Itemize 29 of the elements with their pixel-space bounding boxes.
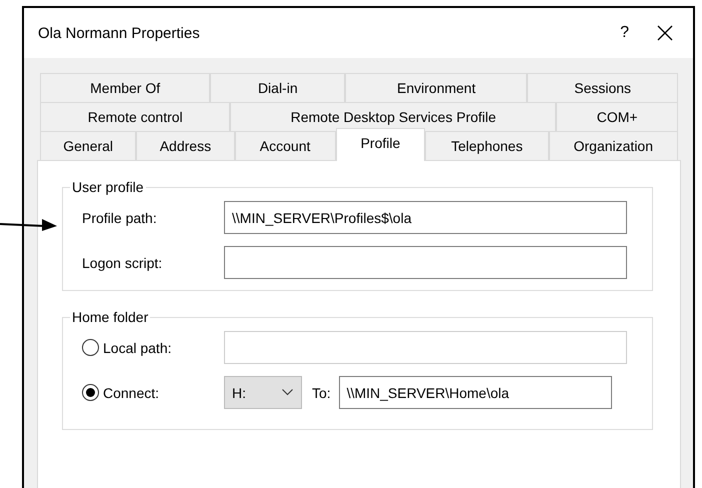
input-field[interactable]: \\MIN_SERVER\Profiles$\ola — [224, 201, 627, 234]
drive-dropdown[interactable]: H: — [224, 376, 302, 409]
tab[interactable]: Dial-in — [210, 73, 346, 102]
tab[interactable]: Environment — [345, 73, 528, 102]
field-label: Profile path: — [82, 210, 158, 226]
radio-button[interactable] — [82, 384, 99, 401]
close-button[interactable] — [657, 25, 673, 41]
tab[interactable]: Profile — [336, 128, 426, 161]
radio-label: Local path: — [103, 340, 172, 356]
window-title: Ola Normann Properties — [38, 24, 201, 42]
radio-label: Connect: — [103, 384, 160, 400]
tab[interactable]: Organization — [548, 131, 678, 160]
tab[interactable]: Member Of — [40, 73, 210, 102]
chevron-down-icon — [282, 389, 293, 396]
tab[interactable]: Address — [136, 131, 235, 160]
group-title: Home folder — [71, 309, 150, 325]
field-label: Logon script: — [82, 254, 164, 270]
group-title: User profile — [71, 179, 145, 195]
tab[interactable]: Sessions — [527, 73, 678, 102]
input-field[interactable] — [224, 246, 627, 279]
tab[interactable]: Account — [234, 131, 336, 160]
tab[interactable]: Remote Desktop Services Profile — [230, 102, 556, 131]
input-field[interactable]: \\MIN_SERVER\Home\ola — [338, 376, 612, 409]
tab[interactable]: Telephones — [425, 131, 549, 160]
tab[interactable]: Remote control — [40, 102, 230, 131]
tab[interactable]: COM+ — [556, 102, 678, 131]
field-label: To: — [312, 384, 331, 400]
tab[interactable]: General — [40, 131, 136, 160]
help-button[interactable]: ? — [620, 24, 629, 42]
